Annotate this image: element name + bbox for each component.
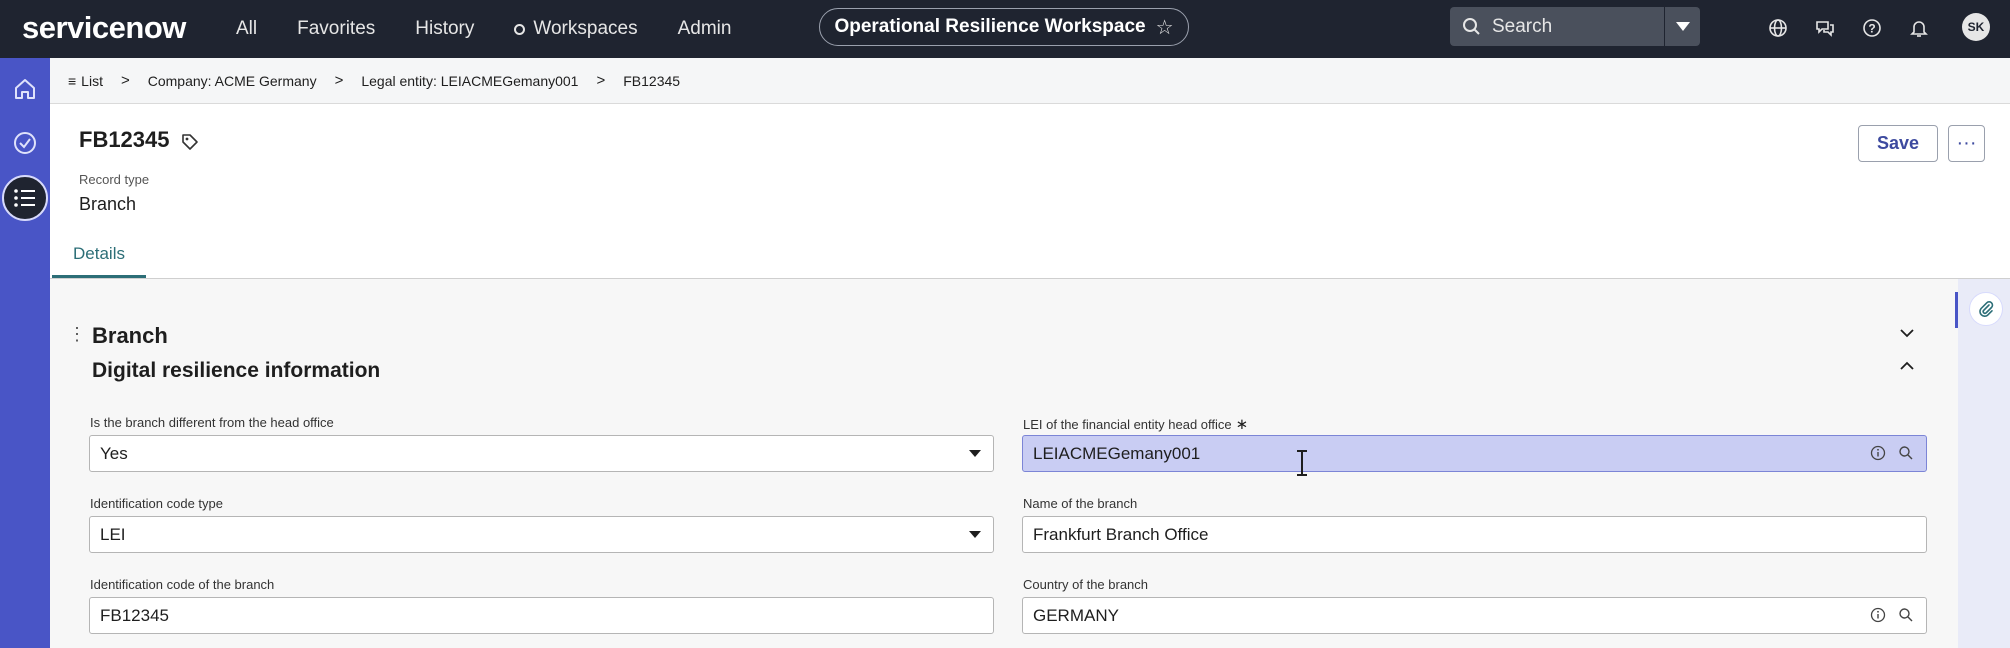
reference-icons	[1870, 445, 1914, 461]
nav-favorites[interactable]: Favorites	[297, 18, 375, 40]
home-icon[interactable]	[6, 70, 44, 108]
list-icon[interactable]	[2, 175, 48, 221]
nav-history[interactable]: History	[415, 18, 474, 40]
breadcrumb-legal-entity[interactable]: Legal entity: LEIACMEGemany001	[361, 73, 578, 89]
id-code-branch-input[interactable]: FB12345	[89, 597, 994, 634]
id-code-branch-value: FB12345	[100, 605, 169, 625]
branch-different-label: Is the branch different from the head of…	[90, 415, 334, 430]
global-search[interactable]: Search	[1450, 7, 1700, 46]
user-avatar[interactable]: SK	[1962, 13, 1990, 41]
chevron-up-icon[interactable]	[1896, 355, 1918, 377]
check-circle-icon[interactable]	[6, 124, 44, 162]
nav-admin[interactable]: Admin	[678, 18, 732, 40]
country-label: Country of the branch	[1023, 577, 1149, 592]
record-title: FB12345	[79, 127, 170, 152]
record-type-label: Record type	[79, 172, 150, 187]
branch-name-value: Frankfurt Branch Office	[1033, 524, 1209, 544]
save-button[interactable]: Save	[1858, 125, 1938, 162]
left-rail	[0, 58, 50, 648]
country-reference-field[interactable]: GERMANY	[1022, 597, 1927, 634]
main-nav: All Favorites History Workspaces Admin	[236, 0, 771, 58]
top-header: servicenow All Favorites History Workspa…	[0, 0, 2010, 58]
lei-head-office-label-text: LEI of the financial entity head office	[1023, 417, 1232, 432]
svg-text:?: ?	[1868, 22, 1875, 36]
breadcrumb-separator: >	[120, 72, 130, 89]
id-code-branch-label: Identification code of the branch	[90, 577, 275, 592]
breadcrumb-list-label: List	[81, 72, 103, 89]
branch-different-select[interactable]: Yes	[89, 435, 994, 472]
workspace-dot-icon	[514, 23, 526, 35]
search-scope-dropdown[interactable]	[1664, 7, 1700, 46]
tag-icon[interactable]	[180, 132, 200, 152]
workspace-title: Operational Resilience Workspace	[834, 16, 1146, 37]
servicenow-logo[interactable]: servicenow	[22, 10, 186, 46]
lei-head-office-value: LEIACMEGemany001	[1033, 443, 1201, 463]
info-icon[interactable]	[1870, 445, 1886, 461]
breadcrumb-separator: >	[596, 72, 606, 89]
reference-icons	[1870, 607, 1914, 623]
search-icon[interactable]	[1898, 607, 1914, 623]
section-subtitle: Digital resilience information	[92, 359, 381, 382]
breadcrumb-current: FB12345	[623, 72, 681, 89]
branch-different-value: Yes	[100, 443, 128, 463]
nav-workspaces-label: Workspaces	[533, 18, 638, 39]
paperclip-icon[interactable]	[1969, 292, 2003, 326]
star-icon[interactable]: ☆	[1156, 15, 1174, 40]
globe-icon[interactable]	[1764, 14, 1792, 42]
tab-details[interactable]: Details	[52, 244, 146, 278]
text-cursor-icon	[1297, 450, 1307, 476]
search-icon[interactable]	[1898, 445, 1914, 461]
drag-handle-icon[interactable]: ⋮	[68, 324, 86, 345]
id-code-type-value: LEI	[100, 524, 126, 544]
caret-down-icon	[969, 450, 981, 457]
country-value: GERMANY	[1033, 605, 1119, 625]
breadcrumb-company[interactable]: Company: ACME Germany	[148, 73, 317, 89]
id-code-type-select[interactable]: LEI	[89, 516, 994, 553]
info-icon[interactable]	[1870, 607, 1886, 623]
gutter-active-indicator	[1955, 292, 1958, 328]
more-actions-button[interactable]: ···	[1948, 125, 1985, 162]
search-input[interactable]: Search	[1492, 16, 1664, 38]
required-asterisk: ∗	[1235, 416, 1249, 433]
workspace-title-pill[interactable]: Operational Resilience Workspace ☆	[819, 8, 1189, 46]
lei-head-office-reference-field[interactable]: LEIACMEGemany001	[1022, 435, 1927, 472]
list-lines-icon: ≡	[68, 72, 77, 89]
caret-down-icon	[1675, 22, 1690, 31]
header-icons: ?	[1764, 14, 1933, 42]
chat-icon[interactable]	[1811, 14, 1839, 42]
section-title: Branch	[92, 323, 168, 348]
breadcrumb-list[interactable]: ≡ List	[68, 73, 103, 89]
chevron-down-icon[interactable]	[1896, 322, 1918, 344]
nav-workspaces[interactable]: Workspaces	[514, 18, 638, 40]
record-type-value: Branch	[79, 194, 137, 214]
nav-all[interactable]: All	[236, 18, 257, 40]
breadcrumb-separator: >	[334, 72, 344, 89]
lei-head-office-label: LEI of the financial entity head office ∗	[1023, 415, 1248, 433]
right-utility-gutter	[1958, 279, 2010, 648]
branch-name-label: Name of the branch	[1023, 496, 1138, 511]
branch-name-input[interactable]: Frankfurt Branch Office	[1022, 516, 1927, 553]
help-icon[interactable]: ?	[1858, 14, 1886, 42]
search-icon	[1463, 17, 1480, 35]
breadcrumb: ≡ List > Company: ACME Germany > Legal e…	[50, 58, 2010, 104]
id-code-type-label: Identification code type	[90, 496, 223, 511]
notifications-bell-icon[interactable]	[1905, 14, 1933, 42]
caret-down-icon	[969, 531, 981, 538]
